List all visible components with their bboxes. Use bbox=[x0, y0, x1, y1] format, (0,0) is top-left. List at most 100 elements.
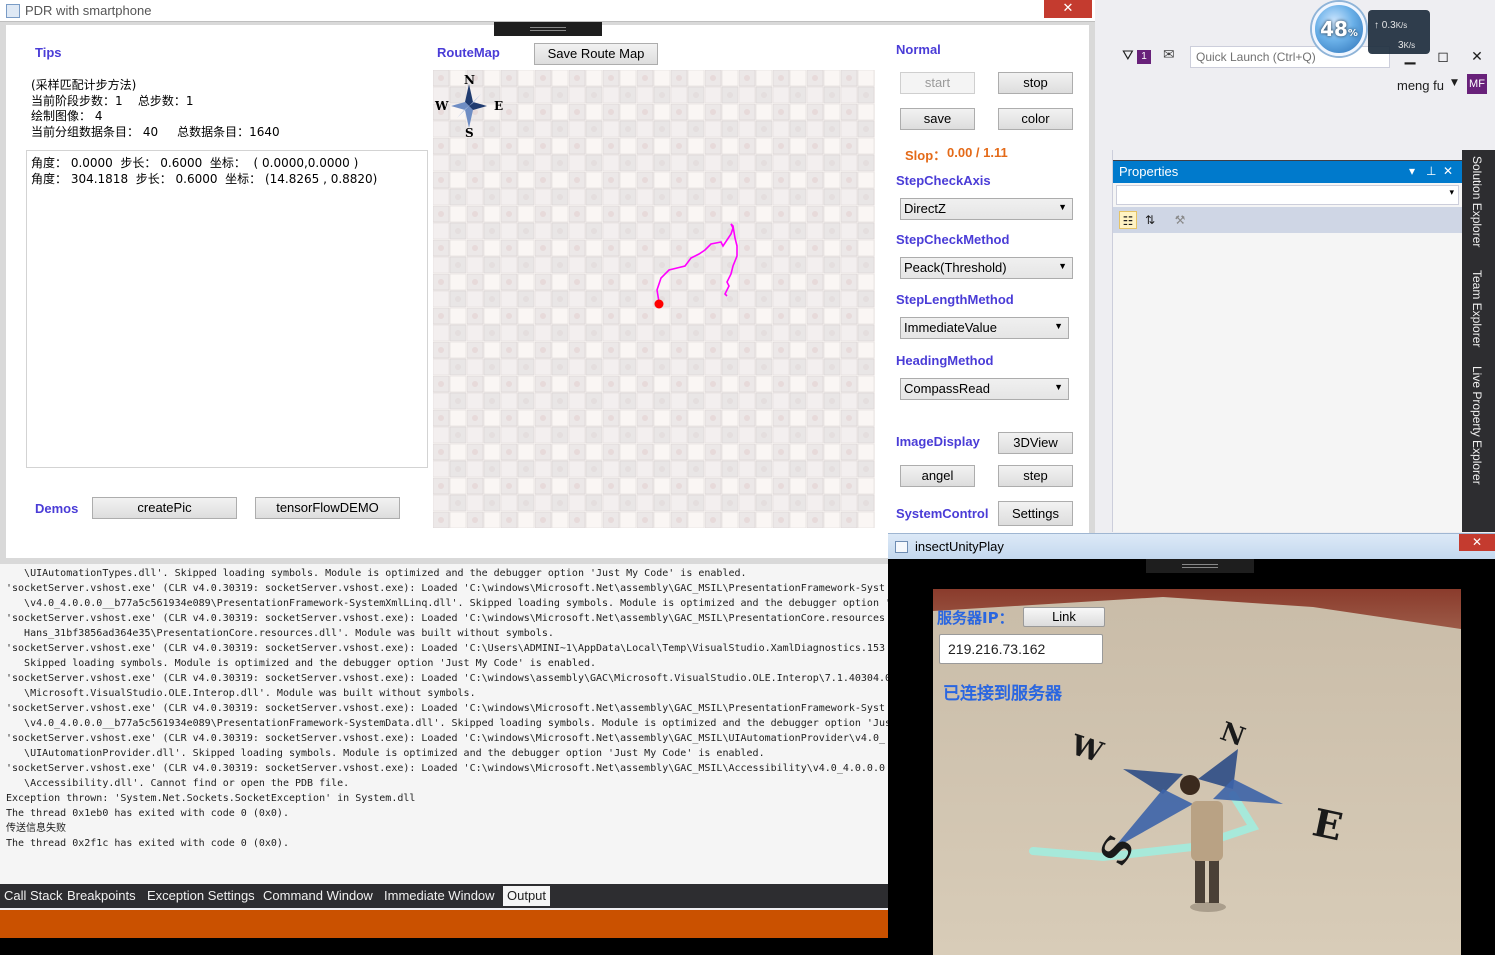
chevron-down-icon[interactable]: ▼ bbox=[1451, 78, 1458, 88]
compass-arrow-north bbox=[465, 84, 473, 106]
maximize-button[interactable]: ◻ bbox=[1431, 46, 1455, 68]
bottom-tool-tabs: Call Stack Breakpoints Exception Setting… bbox=[0, 884, 888, 908]
tips-label: Tips bbox=[35, 45, 62, 60]
demos-label: Demos bbox=[35, 501, 79, 516]
app-icon bbox=[6, 4, 20, 18]
feedback-icon[interactable]: ✉ bbox=[1163, 47, 1175, 63]
tab-team-explorer[interactable]: Team Explorer bbox=[1470, 270, 1484, 347]
notification-badge: 1 bbox=[1137, 50, 1151, 64]
step-check-axis-select[interactable]: DirectZ ▼ bbox=[900, 198, 1073, 220]
pin-icon[interactable]: ⊥ bbox=[1426, 164, 1436, 178]
compass-w: W bbox=[434, 99, 449, 113]
server-ip-label: 服务器IP： bbox=[937, 609, 1014, 627]
properties-toolbar: ☷ ⇅ ⚒ bbox=[1113, 207, 1462, 233]
heading-method-select[interactable]: CompassRead ▼ bbox=[900, 378, 1069, 400]
unity-window-title: insectUnityPlay bbox=[915, 539, 1004, 554]
step-button[interactable]: step bbox=[998, 465, 1073, 487]
normal-label: Normal bbox=[896, 42, 941, 57]
wrench-icon[interactable]: ⚒ bbox=[1171, 211, 1189, 229]
properties-object-select[interactable]: ▾ bbox=[1116, 185, 1459, 205]
system-control-label: SystemControl bbox=[896, 506, 989, 521]
tab-solution-explorer[interactable]: Solution Explorer bbox=[1470, 156, 1484, 247]
route-start-dot bbox=[654, 299, 664, 309]
output-line: 'socketServer.vshost.exe' (CLR v4.0.3031… bbox=[6, 703, 885, 714]
compass-n: N bbox=[464, 73, 475, 87]
chevron-down-icon: ▼ bbox=[1058, 261, 1067, 271]
chevron-down-icon: ▼ bbox=[1054, 382, 1063, 392]
output-line: 'socketServer.vshost.exe' (CLR v4.0.3031… bbox=[6, 583, 885, 594]
tips-line: (采样匹配计步方法) bbox=[31, 78, 137, 92]
step-check-method-select[interactable]: Peack(Threshold) ▼ bbox=[900, 257, 1073, 279]
tab-immediate-window[interactable]: Immediate Window bbox=[380, 886, 499, 906]
slop-value: 0.00 / 1.11 bbox=[947, 145, 1008, 160]
step-length-method-select[interactable]: ImmediateValue ▼ bbox=[900, 317, 1069, 339]
compass-rose: N S W E bbox=[434, 73, 503, 138]
color-button[interactable]: color bbox=[998, 108, 1073, 130]
status-bar bbox=[0, 910, 888, 938]
tab-output[interactable]: Output bbox=[503, 886, 551, 906]
heading-method-label: HeadingMethod bbox=[896, 353, 994, 368]
taskbar-edge bbox=[0, 938, 888, 955]
unity-title-bar[interactable]: insectUnityPlay ✕ bbox=[888, 533, 1495, 559]
server-ip-input[interactable]: 219.216.73.162 bbox=[939, 634, 1103, 664]
tab-live-property-explorer[interactable]: Live Property Explorer bbox=[1470, 366, 1484, 485]
save-route-map-button[interactable]: Save Route Map bbox=[534, 43, 658, 65]
output-line: \Microsoft.VisualStudio.OLE.Interop.dll'… bbox=[6, 688, 476, 699]
settings-button[interactable]: Settings bbox=[998, 501, 1073, 526]
output-line: \UIAutomationTypes.dll'. Skipped loading… bbox=[6, 568, 747, 579]
compass-s: S bbox=[465, 126, 474, 138]
close-vs-button[interactable]: ✕ bbox=[1465, 46, 1489, 68]
tab-command-window[interactable]: Command Window bbox=[259, 886, 377, 906]
output-line: 'socketServer.vshost.exe' (CLR v4.0.3031… bbox=[6, 733, 885, 744]
notification-filter-icon[interactable]: ⛛ bbox=[1122, 48, 1134, 64]
download-speed: 3K/s bbox=[1398, 40, 1416, 51]
output-line: Hans_31bf3856ad364e35\PresentationCore.r… bbox=[6, 628, 554, 639]
user-name[interactable]: meng fu bbox=[1397, 78, 1444, 93]
pdr-title-bar[interactable]: PDR with smartphone ✕ bbox=[0, 0, 1095, 22]
output-window[interactable]: \UIAutomationTypes.dll'. Skipped loading… bbox=[0, 564, 888, 884]
output-line: Skipped loading symbols. Module is optim… bbox=[6, 658, 597, 669]
output-line: 'socketServer.vshost.exe' (CLR v4.0.3031… bbox=[6, 643, 885, 654]
cpu-usage-gauge[interactable]: 48% bbox=[1312, 2, 1366, 56]
network-monitor-widget: ↑ 0.3K/s 3K/s 48% bbox=[1312, 2, 1430, 56]
start-button[interactable]: start bbox=[900, 72, 975, 94]
dropdown-icon[interactable]: ▾ bbox=[1409, 164, 1415, 178]
step-check-method-label: StepCheckMethod bbox=[896, 232, 1010, 247]
tips-line: 绘制图像： 4 bbox=[31, 109, 103, 123]
3d-view-button[interactable]: 3DView bbox=[998, 432, 1073, 454]
create-pic-button[interactable]: createPic bbox=[92, 497, 237, 519]
tab-call-stack[interactable]: Call Stack bbox=[0, 886, 67, 906]
route-map-canvas[interactable] bbox=[433, 70, 875, 528]
unity-close-button[interactable]: ✕ bbox=[1459, 534, 1495, 551]
window-grip[interactable] bbox=[1146, 559, 1254, 573]
pdr-window-title: PDR with smartphone bbox=[25, 3, 152, 18]
avatar[interactable]: MF bbox=[1467, 74, 1487, 94]
unity-play-window: insectUnityPlay ✕ N W E S 服务器IP： Link 21… bbox=[888, 533, 1495, 955]
stop-button[interactable]: stop bbox=[998, 72, 1073, 94]
step-check-axis-label: StepCheckAxis bbox=[896, 173, 991, 188]
output-line: Exception thrown: 'System.Net.Sockets.So… bbox=[6, 793, 416, 804]
pdr-close-button[interactable]: ✕ bbox=[1044, 0, 1092, 18]
angel-button[interactable]: angel bbox=[900, 465, 975, 487]
output-line: \UIAutomationProvider.dll'. Skipped load… bbox=[6, 748, 765, 759]
tips-line: 当前分组数据条目： 40 总数据条目：1640 bbox=[31, 125, 280, 139]
output-line: The thread 0x1eb0 has exited with code 0… bbox=[6, 808, 289, 819]
close-icon[interactable]: ✕ bbox=[1443, 164, 1453, 178]
link-button[interactable]: Link bbox=[1023, 607, 1105, 627]
alphabetical-icon[interactable]: ⇅ bbox=[1141, 211, 1159, 229]
editor-scroll-strip bbox=[1095, 150, 1113, 532]
tab-exception-settings[interactable]: Exception Settings bbox=[143, 886, 259, 906]
save-button[interactable]: save bbox=[900, 108, 975, 130]
tensorflow-demo-button[interactable]: tensorFlowDEMO bbox=[255, 497, 400, 519]
window-grip[interactable] bbox=[494, 22, 602, 36]
step-length-method-label: StepLengthMethod bbox=[896, 292, 1014, 307]
properties-panel: Properties ▾ ⊥ ✕ ▾ ☷ ⇅ ⚒ bbox=[1113, 160, 1462, 532]
tab-breakpoints[interactable]: Breakpoints bbox=[63, 886, 140, 906]
step-log-box[interactable]: 角度： 0.0000 步长： 0.6000 坐标： ( 0.0000,0.000… bbox=[26, 150, 428, 468]
categorized-icon[interactable]: ☷ bbox=[1119, 211, 1137, 229]
output-line: \v4.0_4.0.0.0__b77a5c561934e089\Presenta… bbox=[6, 598, 888, 609]
side-tab-strip: Solution Explorer Team Explorer Live Pro… bbox=[1462, 150, 1495, 532]
output-line: 'socketServer.vshost.exe' (CLR v4.0.3031… bbox=[6, 763, 885, 774]
output-line: 'socketServer.vshost.exe' (CLR v4.0.3031… bbox=[6, 673, 888, 684]
vs-title-bar bbox=[1095, 0, 1495, 150]
